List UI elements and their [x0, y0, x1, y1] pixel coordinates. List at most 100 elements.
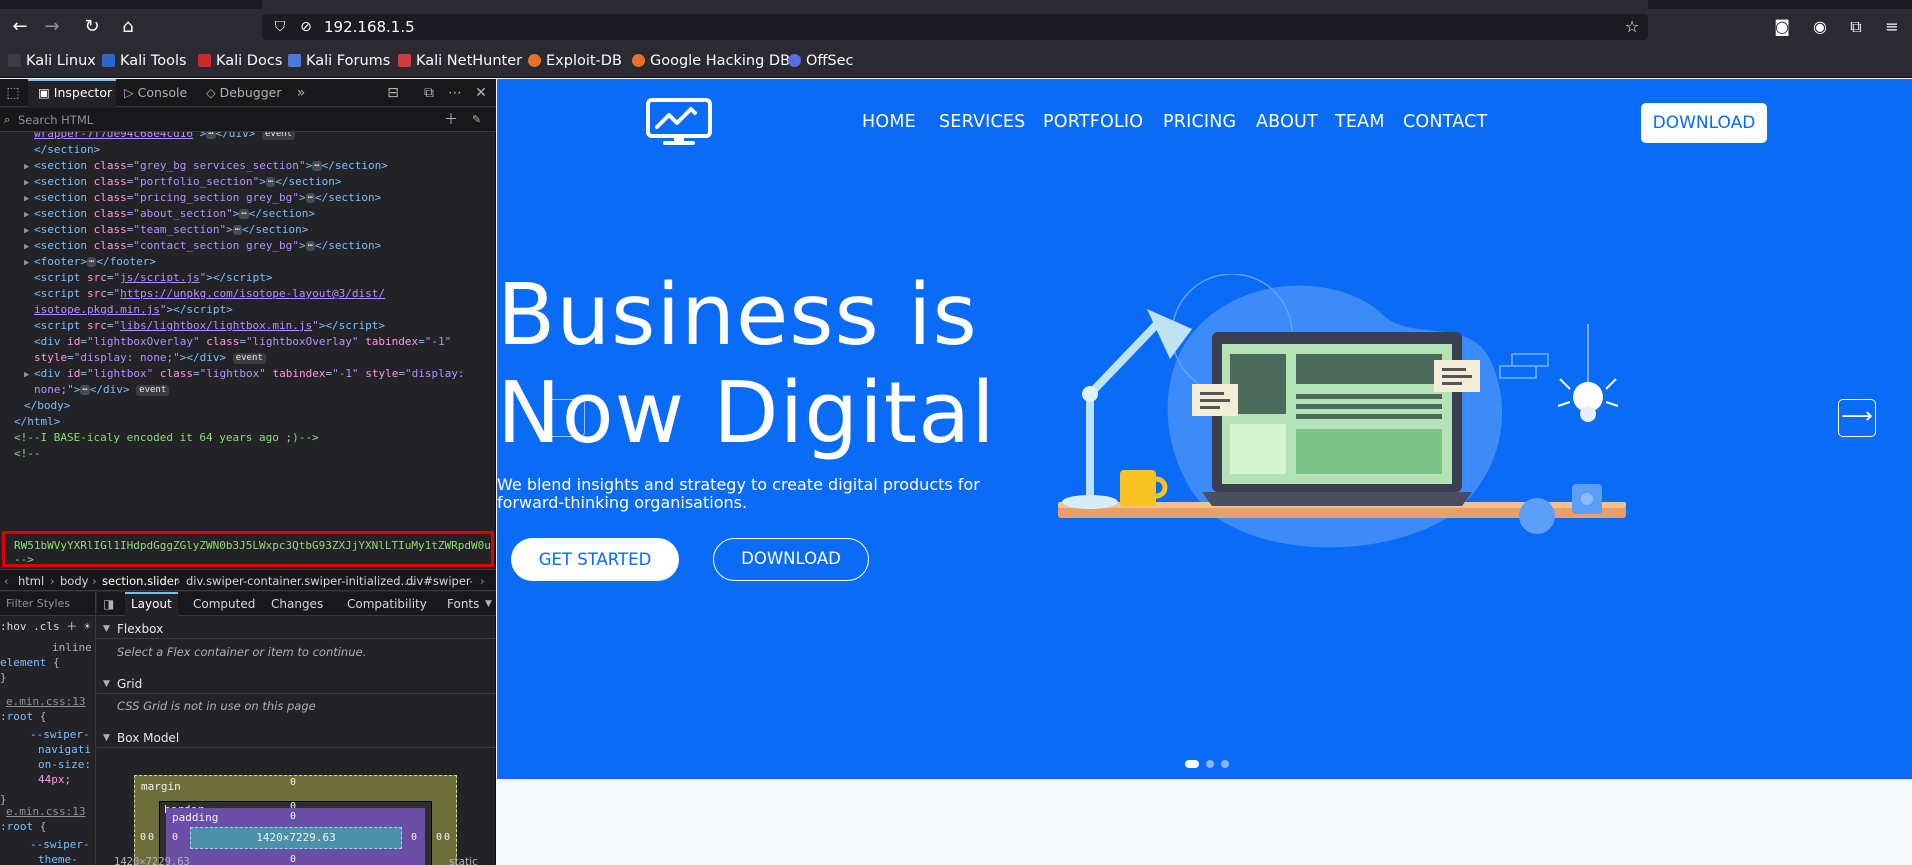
breadcrumb-scroll-right-icon[interactable]: › — [480, 570, 485, 590]
nav-contact[interactable]: CONTACT — [1403, 110, 1487, 134]
markup-line-div-cont[interactable]: none;"> ⋯ </div> event — [34, 382, 170, 398]
breadcrumb-item[interactable]: div#swiper-v — [406, 570, 472, 590]
active-tab[interactable] — [262, 0, 1648, 9]
light-mode-icon[interactable]: ☀ — [84, 620, 91, 633]
markup-line-comment-open[interactable]: <!-- — [14, 446, 41, 462]
slider-dot-2[interactable] — [1206, 760, 1214, 768]
bookmark-kali-tools[interactable]: Kali Tools — [102, 44, 187, 78]
extensions-icon[interactable]: ⧉ — [1842, 13, 1870, 41]
markup-line-body-close[interactable]: </body> — [24, 398, 70, 414]
hov-toggle[interactable]: :hov — [0, 620, 27, 633]
nav-pricing[interactable]: PRICING — [1163, 110, 1236, 134]
box-model-border[interactable]: border 0 0 0 0 padding 0 0 0 0 1420×7229… — [148, 801, 442, 865]
sidebar-toggle-icon[interactable]: ◨ — [103, 592, 114, 616]
info-lock-icon[interactable]: ⊘ — [296, 14, 316, 40]
markup-line-script[interactable]: <script src="https://unpkg.com/isotope-l… — [34, 286, 385, 302]
expand-triangle-icon[interactable]: ▶ — [24, 191, 34, 207]
rule-root-selector[interactable]: :root { — [0, 819, 46, 834]
filter-styles-input[interactable]: Filter Styles — [6, 592, 70, 616]
more-tabs-icon[interactable]: ▼ — [485, 592, 492, 616]
download-button-hero[interactable]: DOWNLOAD — [713, 538, 869, 581]
bookmark-kali-forums[interactable]: Kali Forums — [288, 44, 390, 78]
markup-line-div[interactable]: ▶ <div id="lightbox" class="lightbox" tab… — [24, 366, 465, 382]
element-picker-icon[interactable]: ⬚ — [2, 79, 24, 107]
overflow-menu-icon[interactable]: ⋯ — [444, 79, 466, 107]
slider-dot-1[interactable] — [1185, 760, 1199, 768]
base64-string[interactable]: RW51bWVyYXRlIGl1IHdpdGggZGlyZWN0b3J5LWxp… — [14, 539, 490, 553]
markup-line[interactable]: wrapper-7f7de94c68e4cd16"> ⋯ </div> event — [34, 132, 296, 142]
tab-compatibility[interactable]: Compatibility — [347, 592, 427, 616]
markup-line-html-close[interactable]: </html> — [14, 414, 60, 430]
bookmark-offsec[interactable]: OffSec — [788, 44, 854, 78]
flexbox-section-header[interactable]: ▼ Flexbox — [97, 619, 496, 639]
bookmark-kali-docs[interactable]: Kali Docs — [198, 44, 282, 78]
box-model-margin[interactable]: margin 0 0 0 0 border 0 0 0 0 padding 0 … — [134, 775, 457, 865]
tab-fonts[interactable]: Fonts — [447, 592, 479, 616]
bookmark-exploit-db[interactable]: Exploit-DB — [528, 44, 622, 78]
highlighted-base64-comment[interactable]: RW51bWVyYXRlIGl1IHdpdGggZGlyZWN0b3J5LWxp… — [2, 531, 494, 567]
slider-next-arrow-icon[interactable]: ⟶ — [1838, 399, 1876, 437]
reload-icon[interactable]: ↻ — [78, 13, 106, 41]
markup-line-section[interactable]: ▶ <section class="grey_bg services_sectio… — [24, 158, 388, 174]
grid-section-header[interactable]: ▼ Grid — [97, 674, 496, 694]
eyedropper-icon[interactable]: ✎ — [472, 108, 481, 132]
expand-triangle-icon[interactable]: ▶ — [24, 159, 34, 175]
box-model-padding[interactable]: padding 0 0 0 0 1420×7229.63 — [166, 808, 425, 865]
nav-team[interactable]: TEAM — [1335, 110, 1385, 134]
hamburger-menu-icon[interactable]: ≡ — [1878, 13, 1906, 41]
expand-triangle-icon[interactable]: ▶ — [24, 223, 34, 239]
nav-services[interactable]: SERVICES — [939, 110, 1026, 134]
dock-icon[interactable]: ⧉ — [418, 79, 440, 107]
nav-home[interactable]: HOME — [862, 110, 916, 134]
url-text[interactable]: 192.168.1.5 — [324, 14, 415, 40]
breadcrumb-item-active[interactable]: section.slider — [102, 570, 179, 590]
markup-line-section[interactable]: ▶ <section class="pricing_section grey_bg… — [24, 190, 381, 206]
add-rule-icon[interactable]: ＋ — [66, 620, 77, 633]
account-icon[interactable]: ◉ — [1806, 13, 1834, 41]
tab-layout[interactable]: Layout — [125, 592, 178, 616]
breadcrumb-scroll-left-icon[interactable]: ‹ — [4, 570, 9, 590]
box-model-content[interactable]: 1420×7229.63 — [190, 827, 402, 849]
tab-console[interactable]: ▷ Console — [124, 79, 187, 107]
rule-source-link[interactable]: e.min.css:13 — [6, 694, 85, 709]
breadcrumb-item[interactable]: html — [18, 570, 44, 590]
expand-triangle-icon[interactable]: ▶ — [24, 207, 34, 223]
breadcrumb-item[interactable]: div.swiper-container.swiper-initialized.… — [186, 570, 415, 590]
monitor-chart-logo-icon[interactable] — [645, 97, 713, 147]
tab-inspector[interactable]: ▣ Inspector — [28, 79, 116, 107]
back-arrow-icon[interactable]: ← — [6, 13, 34, 41]
rule-source-link[interactable]: e.min.css:13 — [6, 804, 85, 819]
tab-computed[interactable]: Computed — [193, 592, 255, 616]
nav-about[interactable]: ABOUT — [1256, 110, 1318, 134]
forward-arrow-icon[interactable]: → — [38, 13, 66, 41]
tab-changes[interactable]: Changes — [271, 592, 323, 616]
markup-line-section[interactable]: ▶ <section class="portfolio_section"> ⋯ </s… — [24, 174, 341, 190]
markup-line-script-cont[interactable]: isotope.pkgd.min.js"></script> — [34, 302, 233, 318]
rule-root-selector[interactable]: :root { — [0, 709, 46, 724]
cls-toggle[interactable]: .cls — [33, 620, 60, 633]
markup-line-section[interactable]: ▶ <section class="contact_section grey_bg… — [24, 238, 381, 254]
markup-line-comment[interactable]: <!--I BASE-icaly encoded it 64 years ago… — [14, 430, 319, 446]
add-node-icon[interactable]: ＋ — [444, 108, 458, 132]
expand-triangle-icon[interactable]: ▶ — [24, 255, 34, 271]
rule-element-selector[interactable]: element { — [0, 655, 60, 670]
bookmark-star-icon[interactable]: ☆ — [1622, 14, 1642, 40]
responsive-icon[interactable]: ⊟ — [382, 79, 404, 107]
url-bar[interactable]: ⛉ ⊘ 192.168.1.5 ☆ — [262, 14, 1648, 40]
bookmark-google-hacking-db[interactable]: Google Hacking DB — [632, 44, 790, 78]
bookmark-kali-linux[interactable]: Kali Linux — [8, 44, 96, 78]
boxmodel-section-header[interactable]: ▼ Box Model — [97, 728, 496, 748]
markup-line-script[interactable]: <script src="libs/lightbox/lightbox.min.… — [34, 318, 385, 334]
markup-line[interactable]: </section> — [34, 142, 100, 158]
pocket-icon[interactable]: ◙ — [1768, 13, 1796, 41]
html-search-bar[interactable]: ⌕ Search HTML ＋ ✎ — [0, 108, 496, 132]
search-input[interactable]: Search HTML — [18, 108, 93, 132]
close-icon[interactable]: ✕ — [470, 79, 492, 107]
markup-line-section[interactable]: ▶ <section class="team_section"> ⋯ </sectio… — [24, 222, 308, 238]
tab-debugger[interactable]: ◇ Debugger — [206, 79, 281, 107]
home-icon[interactable]: ⌂ — [114, 13, 142, 41]
more-tabs-chevron-icon[interactable]: » — [290, 79, 312, 107]
expand-triangle-icon[interactable]: ▶ — [24, 367, 34, 383]
slider-dot-3[interactable] — [1221, 760, 1229, 768]
download-button-header[interactable]: DOWNLOAD — [1641, 103, 1767, 143]
